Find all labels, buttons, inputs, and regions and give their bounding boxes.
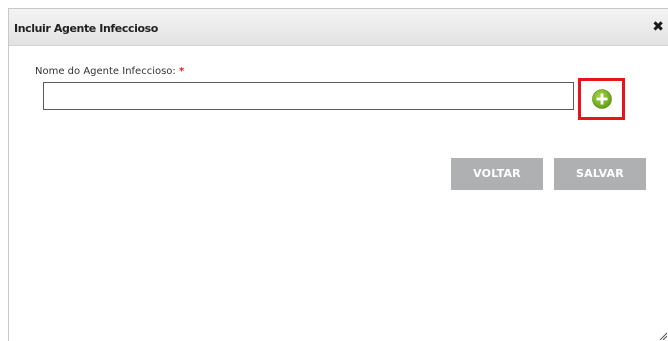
plus-circle-icon[interactable] — [592, 89, 612, 109]
resize-grip-icon[interactable] — [659, 332, 667, 340]
agent-name-input[interactable] — [43, 82, 574, 110]
required-marker: * — [178, 66, 185, 77]
agent-name-label-text: Nome do Agente Infeccioso: — [35, 66, 176, 77]
back-button[interactable]: VOLTAR — [451, 158, 543, 190]
save-button[interactable]: SALVAR — [554, 158, 646, 190]
add-agent-button[interactable] — [578, 78, 625, 120]
agent-name-label: Nome do Agente Infeccioso: * — [35, 66, 184, 78]
dialog-title: Incluir Agente Infeccioso — [14, 22, 158, 35]
close-icon[interactable]: ✖ — [652, 20, 664, 34]
dialog-titlebar[interactable]: Incluir Agente Infeccioso ✖ — [9, 9, 668, 46]
